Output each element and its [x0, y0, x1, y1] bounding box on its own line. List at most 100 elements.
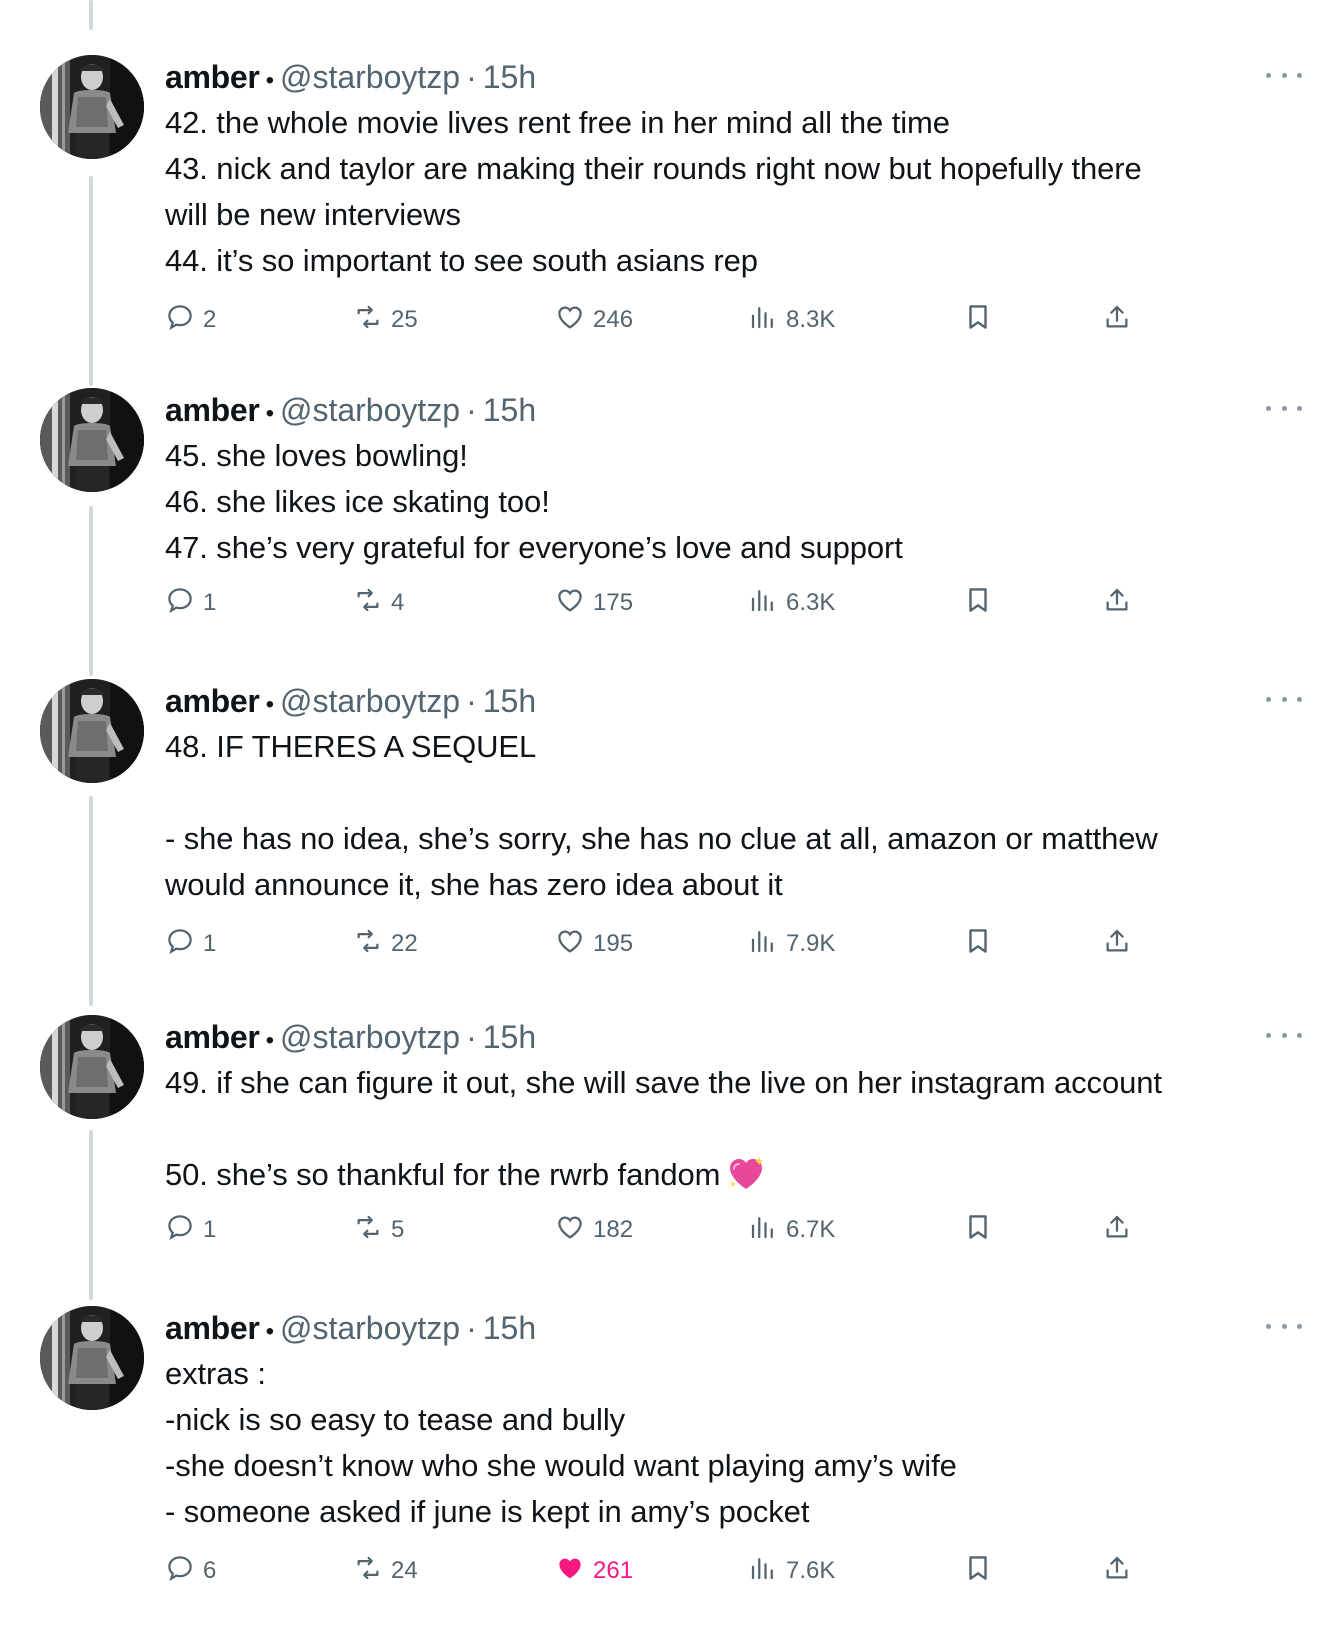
more-icon[interactable] — [1266, 1316, 1302, 1336]
display-name[interactable]: amber — [165, 392, 260, 428]
more-icon[interactable] — [1266, 398, 1302, 418]
display-name[interactable]: amber — [165, 1019, 260, 1055]
avatar[interactable] — [40, 55, 144, 159]
views-button[interactable]: 7.9K — [748, 924, 835, 964]
views-button[interactable]: 8.3K — [748, 300, 835, 340]
share-button[interactable] — [1102, 1210, 1140, 1250]
avatar[interactable] — [40, 679, 144, 783]
tweet-text-line: -nick is so easy to tease and bully — [165, 1402, 626, 1437]
thread-line — [89, 176, 93, 386]
bookmark-icon — [963, 1553, 1001, 1590]
name-separator-dot: • — [265, 691, 274, 718]
user-handle[interactable]: @starboytzp — [280, 683, 460, 719]
reply-count: 2 — [203, 306, 217, 333]
display-name[interactable]: amber — [165, 59, 260, 95]
time-separator: · — [466, 59, 477, 95]
share-button[interactable] — [1102, 924, 1140, 964]
like-button[interactable]: 261 — [555, 1551, 633, 1591]
retweet-button[interactable]: 5 — [353, 1210, 404, 1250]
reply-button[interactable]: 1 — [165, 924, 216, 964]
reply-icon — [165, 1212, 203, 1249]
tweet-actions: 1 22 195 7.9K — [165, 924, 1165, 964]
views-icon — [748, 302, 786, 339]
retweet-button[interactable]: 22 — [353, 924, 418, 964]
user-handle[interactable]: @starboytzp — [280, 1310, 460, 1346]
tweet-actions: 1 4 175 6.3K — [165, 583, 1165, 623]
reply-count: 1 — [203, 1216, 217, 1243]
timestamp[interactable]: 15h — [483, 1019, 536, 1055]
reply-button[interactable]: 6 — [165, 1551, 216, 1591]
timestamp[interactable]: 15h — [483, 59, 536, 95]
tweet-body: 48. IF THERES A SEQUEL - she has no idea,… — [165, 724, 1285, 908]
user-handle[interactable]: @starboytzp — [280, 1019, 460, 1055]
tweet-header: amber • @starboytzp · 15h — [165, 1017, 536, 1061]
like-button[interactable]: 175 — [555, 583, 633, 623]
reply-button[interactable]: 2 — [165, 300, 216, 340]
views-button[interactable]: 6.3K — [748, 583, 835, 623]
views-icon — [748, 1553, 786, 1590]
heart-icon — [555, 302, 593, 339]
retweet-button[interactable]: 24 — [353, 1551, 418, 1591]
heart-icon — [555, 1553, 593, 1590]
tweet-text-line: 44. it’s so important to see south asian… — [165, 243, 758, 278]
more-icon[interactable] — [1266, 689, 1302, 709]
thread-line — [89, 506, 93, 676]
tweet-text-line: 45. she loves bowling! — [165, 438, 468, 473]
retweet-button[interactable]: 4 — [353, 583, 404, 623]
tweet-text-line: -she doesn’t know who she would want pla… — [165, 1448, 957, 1483]
user-handle[interactable]: @starboytzp — [280, 59, 460, 95]
thread-line — [89, 796, 93, 1006]
reply-button[interactable]: 1 — [165, 1210, 216, 1250]
timestamp[interactable]: 15h — [483, 1310, 536, 1346]
reply-count: 1 — [203, 589, 217, 616]
like-button[interactable]: 182 — [555, 1210, 633, 1250]
views-icon — [748, 585, 786, 622]
avatar[interactable] — [40, 388, 144, 492]
share-button[interactable] — [1102, 300, 1140, 340]
retweet-icon — [353, 1212, 391, 1249]
like-button[interactable]: 195 — [555, 924, 633, 964]
name-separator-dot: • — [265, 1318, 274, 1345]
sparkling-heart-emoji — [730, 1157, 764, 1189]
tweet-text-line: - she has no idea, she’s sorry, she has … — [165, 821, 1158, 856]
retweet-count: 25 — [391, 306, 418, 333]
tweet-actions: 1 5 182 6.7K — [165, 1210, 1165, 1250]
like-button[interactable]: 246 — [555, 300, 633, 340]
views-icon — [748, 1212, 786, 1249]
display-name[interactable]: amber — [165, 683, 260, 719]
display-name[interactable]: amber — [165, 1310, 260, 1346]
share-icon — [1102, 585, 1140, 622]
avatar[interactable] — [40, 1306, 144, 1410]
thread-line — [89, 0, 93, 30]
share-icon — [1102, 926, 1140, 963]
timestamp[interactable]: 15h — [483, 392, 536, 428]
views-count: 7.9K — [786, 930, 836, 957]
time-separator: · — [466, 683, 477, 719]
bookmark-button[interactable] — [963, 300, 1001, 340]
user-handle[interactable]: @starboytzp — [280, 392, 460, 428]
bookmark-icon — [963, 302, 1001, 339]
more-icon[interactable] — [1266, 1025, 1302, 1045]
bookmark-button[interactable] — [963, 1551, 1001, 1591]
share-button[interactable] — [1102, 583, 1140, 623]
views-button[interactable]: 6.7K — [748, 1210, 835, 1250]
bookmark-button[interactable] — [963, 924, 1001, 964]
views-button[interactable]: 7.6K — [748, 1551, 835, 1591]
tweet-header: amber • @starboytzp · 15h — [165, 390, 536, 434]
avatar[interactable] — [40, 1015, 144, 1119]
tweet-text-line: will be new interviews — [165, 197, 461, 232]
retweet-count: 24 — [391, 1557, 418, 1584]
bookmark-button[interactable] — [963, 583, 1001, 623]
reply-button[interactable]: 1 — [165, 583, 216, 623]
timestamp[interactable]: 15h — [483, 683, 536, 719]
retweet-button[interactable]: 25 — [353, 300, 418, 340]
share-icon — [1102, 302, 1140, 339]
retweet-icon — [353, 585, 391, 622]
share-button[interactable] — [1102, 1551, 1140, 1591]
tweet-text-line: 47. she’s very grateful for everyone’s l… — [165, 530, 903, 565]
more-icon[interactable] — [1266, 65, 1302, 85]
like-count: 175 — [593, 589, 634, 616]
bookmark-button[interactable] — [963, 1210, 1001, 1250]
tweet-actions: 6 24 261 7.6K — [165, 1551, 1165, 1591]
